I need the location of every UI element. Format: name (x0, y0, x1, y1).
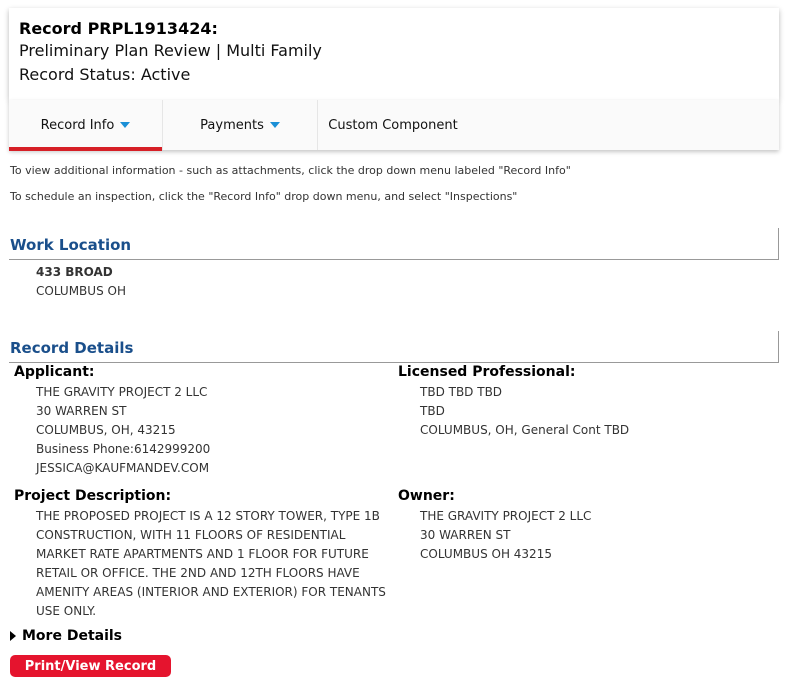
applicant-phone-label: Business Phone: (36, 442, 134, 456)
applicant-info: THE GRAVITY PROJECT 2 LLC 30 WARREN ST C… (36, 383, 210, 478)
project-description-line: MARKET RATE APARTMENTS AND 1 FLOOR FOR F… (36, 547, 369, 561)
tab-custom-component[interactable]: Custom Component (318, 100, 468, 150)
licensed-professional-line2: TBD (420, 404, 445, 418)
project-description-line: RETAIL OR OFFICE. THE 2ND AND 12TH FLOOR… (36, 566, 360, 580)
work-address-line1: 433 BROAD (36, 265, 113, 279)
record-details-heading: Record Details (10, 339, 134, 357)
caret-down-icon (269, 122, 280, 128)
licensed-professional-label: Licensed Professional: (398, 364, 576, 380)
applicant-phone-row: Business Phone:6142999200 (36, 440, 210, 459)
tab-custom-component-label: Custom Component (328, 117, 458, 133)
tab-record-info-label: Record Info (40, 117, 115, 133)
record-status: Record Status: Active (19, 65, 191, 84)
applicant-email: JESSICA@KAUFMANDEV.COM (36, 461, 210, 475)
applicant-city: COLUMBUS, OH, 43215 (36, 423, 176, 437)
info-inspection: To schedule an inspection, click the "Re… (10, 190, 518, 203)
owner-line1: THE GRAVITY PROJECT 2 LLC (420, 509, 592, 523)
applicant-label: Applicant: (14, 364, 95, 380)
licensed-professional-line3: COLUMBUS, OH, General Cont TBD (420, 423, 630, 437)
licensed-professional-info: TBD TBD TBD TBD COLUMBUS, OH, General Co… (420, 383, 629, 440)
print-view-record-button[interactable]: Print/View Record (10, 655, 171, 677)
project-description-text: THE PROPOSED PROJECT IS A 12 STORY TOWER… (36, 507, 386, 621)
project-description-line: CONSTRUCTION, WITH 11 FLOORS OF RESIDENT… (36, 528, 346, 542)
record-type: Preliminary Plan Review | Multi Family (19, 41, 322, 60)
applicant-name: THE GRAVITY PROJECT 2 LLC (36, 385, 208, 399)
owner-line2: 30 WARREN ST (420, 528, 511, 542)
more-details-toggle[interactable]: More Details (10, 628, 122, 644)
project-description-line: USE ONLY. (36, 604, 97, 618)
tab-payments[interactable]: Payments (163, 100, 318, 150)
work-location-section: Work Location (9, 228, 779, 260)
owner-info: THE GRAVITY PROJECT 2 LLC 30 WARREN ST C… (420, 507, 591, 564)
tab-bar: Record Info Payments Custom Component (9, 100, 779, 151)
section-divider (9, 259, 778, 260)
owner-line3: COLUMBUS OH 43215 (420, 547, 552, 561)
applicant-phone: 6142999200 (133, 442, 211, 456)
tab-payments-label: Payments (200, 117, 264, 133)
work-address-line2: COLUMBUS OH (36, 284, 126, 298)
record-details-section: Record Details (9, 331, 779, 363)
applicant-street: 30 WARREN ST (36, 404, 127, 418)
section-divider (9, 362, 778, 363)
project-description-line: AMENITY AREAS (INTERIOR AND EXTERIOR) FO… (36, 585, 386, 599)
caret-down-icon (120, 122, 131, 128)
work-location-heading: Work Location (10, 236, 132, 254)
caret-right-icon (10, 631, 16, 641)
tab-record-info[interactable]: Record Info (9, 100, 163, 151)
licensed-professional-line1: TBD TBD TBD (420, 385, 503, 399)
project-description-label: Project Description: (14, 488, 172, 504)
project-description-line: THE PROPOSED PROJECT IS A 12 STORY TOWER… (36, 509, 380, 523)
record-header: Record PRPL1913424: Preliminary Plan Rev… (9, 8, 779, 100)
owner-label: Owner: (398, 488, 455, 504)
more-details-label: More Details (22, 628, 123, 644)
info-record-info: To view additional information - such as… (10, 164, 571, 177)
record-title: Record PRPL1913424: (19, 19, 218, 38)
